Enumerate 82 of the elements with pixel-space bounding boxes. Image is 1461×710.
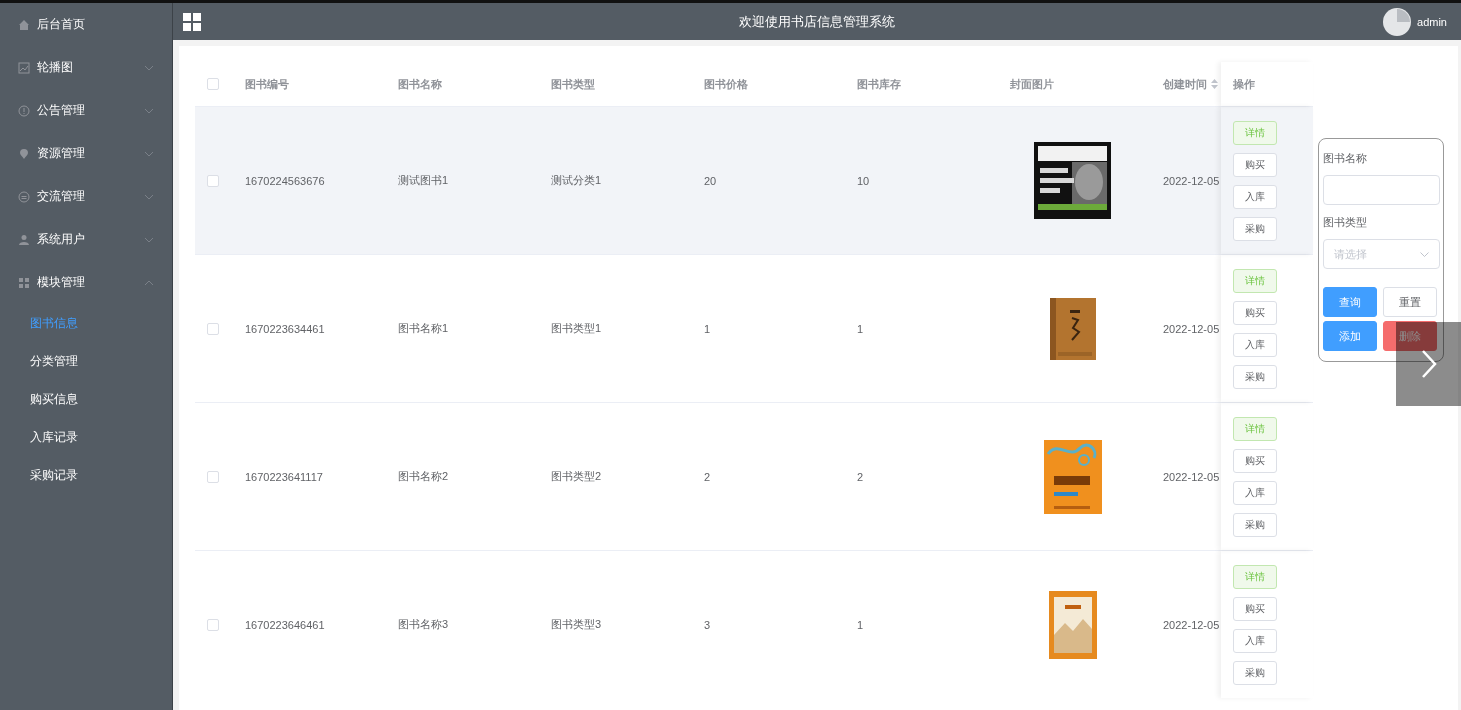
table-cell: 测试图书1: [398, 173, 449, 188]
column-header: 图书价格: [704, 76, 748, 92]
sidebar-item[interactable]: 公告管理: [0, 89, 172, 132]
table-cell: 图书类型2: [551, 469, 602, 484]
sidebar-item[interactable]: 交流管理: [0, 175, 172, 218]
table-cell: 2022-12-05: [1163, 322, 1220, 335]
action-button[interactable]: 购买: [1233, 300, 1277, 325]
sidebar-item[interactable]: 系统用户: [0, 218, 172, 261]
checkbox[interactable]: [207, 174, 219, 187]
action-button[interactable]: 入库: [1233, 628, 1277, 653]
action-button[interactable]: 入库: [1233, 184, 1277, 209]
info-icon: [18, 104, 30, 117]
column-header: 图书类型: [551, 76, 595, 92]
field-label: 图书名称: [1323, 151, 1368, 166]
sort-icon[interactable]: [1211, 79, 1218, 89]
sidebar-subitem[interactable]: 入库记录: [0, 418, 172, 456]
table-row[interactable]: 1670223646461 图书名称3 图书类型3 3 1 2022-12-05 详情 购买 入库 采购: [195, 550, 1313, 698]
table-cell: 2022-12-05: [1163, 618, 1220, 631]
table-cell: 10: [857, 174, 870, 187]
column-header: 图书名称: [398, 76, 442, 92]
sidebar-subitem[interactable]: 购买信息: [0, 380, 172, 418]
table-cell: 1: [704, 322, 711, 335]
sidebar-item[interactable]: 后台首页: [0, 3, 172, 46]
table-cell: 图书名称1: [398, 321, 449, 336]
table-cell: 1670223634461: [245, 322, 325, 335]
chat-icon: [18, 190, 30, 203]
column-header: 封面图片: [1010, 76, 1054, 92]
table-row[interactable]: 1670223641117 图书名称2 图书类型2 2 2 2022-12-05 详情 购买 入库 采购: [195, 402, 1313, 550]
checkbox[interactable]: [207, 322, 219, 335]
system-title: 欢迎使用书店信息管理系统: [739, 12, 895, 31]
action-button[interactable]: 入库: [1233, 480, 1277, 505]
input-field[interactable]: [1323, 175, 1440, 205]
column-header: 创建时间: [1163, 76, 1207, 92]
sidebar-item[interactable]: 轮播图: [0, 46, 172, 89]
menu-icon[interactable]: [183, 12, 201, 31]
field-label: 图书类型: [1323, 215, 1368, 230]
action-button[interactable]: 采购: [1233, 364, 1277, 389]
checkbox[interactable]: [207, 618, 219, 631]
table-row[interactable]: 1670223634461 图书名称1 图书类型1 1 1 2022-12-05 详情 购买 入库 采购: [195, 254, 1313, 402]
table-row[interactable]: 1670224563676 测试图书1 测试分类1 20 10 2022-12-05 详情 购买 入库 采购: [195, 106, 1313, 254]
user-icon: [18, 233, 30, 246]
avatar-icon[interactable]: [1383, 7, 1412, 36]
checkbox[interactable]: [207, 470, 219, 483]
table-cell: 测试分类1: [551, 173, 602, 188]
sidebar-item[interactable]: 资源管理: [0, 132, 172, 175]
table-cell: 1670224563676: [245, 174, 325, 187]
table-cell: 1: [857, 322, 864, 335]
action-button[interactable]: 采购: [1233, 660, 1277, 685]
sidebar-subitem[interactable]: 分类管理: [0, 342, 172, 380]
sidebar-item[interactable]: 模块管理: [0, 261, 172, 304]
home-icon: [18, 18, 30, 31]
table-cell: 2022-12-05: [1163, 174, 1220, 187]
table-cell: 图书类型3: [551, 617, 602, 632]
table-cell: 2: [704, 470, 711, 483]
table-cell: 图书名称2: [398, 469, 449, 484]
table-cell: 2: [857, 470, 864, 483]
pin-icon: [18, 147, 30, 160]
column-header: 图书库存: [857, 76, 901, 92]
action-button[interactable]: 购买: [1233, 152, 1277, 177]
table-cell: 图书名称3: [398, 617, 449, 632]
action-button[interactable]: 采购: [1233, 216, 1277, 241]
action-button[interactable]: 采购: [1233, 512, 1277, 537]
column-header: 操作: [1233, 76, 1255, 92]
action-button[interactable]: 购买: [1233, 448, 1277, 473]
sidebar-subitem[interactable]: 采购记录: [0, 456, 172, 494]
reset-button[interactable]: 重置: [1383, 287, 1437, 317]
table-cell: 1670223646461: [245, 618, 325, 631]
image-icon: [18, 61, 30, 74]
checkbox[interactable]: [207, 78, 219, 90]
user-name[interactable]: admin: [1417, 15, 1447, 28]
column-header: 图书编号: [245, 76, 289, 92]
caret-icon: [1420, 251, 1429, 257]
table-cell: 图书类型1: [551, 321, 602, 336]
table-cell: 3: [704, 618, 711, 631]
next-arrow-button[interactable]: [1396, 322, 1461, 406]
table-cell: 2022-12-05: [1163, 470, 1220, 483]
grid-icon: [18, 276, 30, 289]
table-cell: 1: [857, 618, 864, 631]
action-button[interactable]: 入库: [1233, 332, 1277, 357]
table-cell: 1670223641117: [245, 470, 323, 483]
table-cell: 20: [704, 174, 717, 187]
action-button[interactable]: 购买: [1233, 596, 1277, 621]
